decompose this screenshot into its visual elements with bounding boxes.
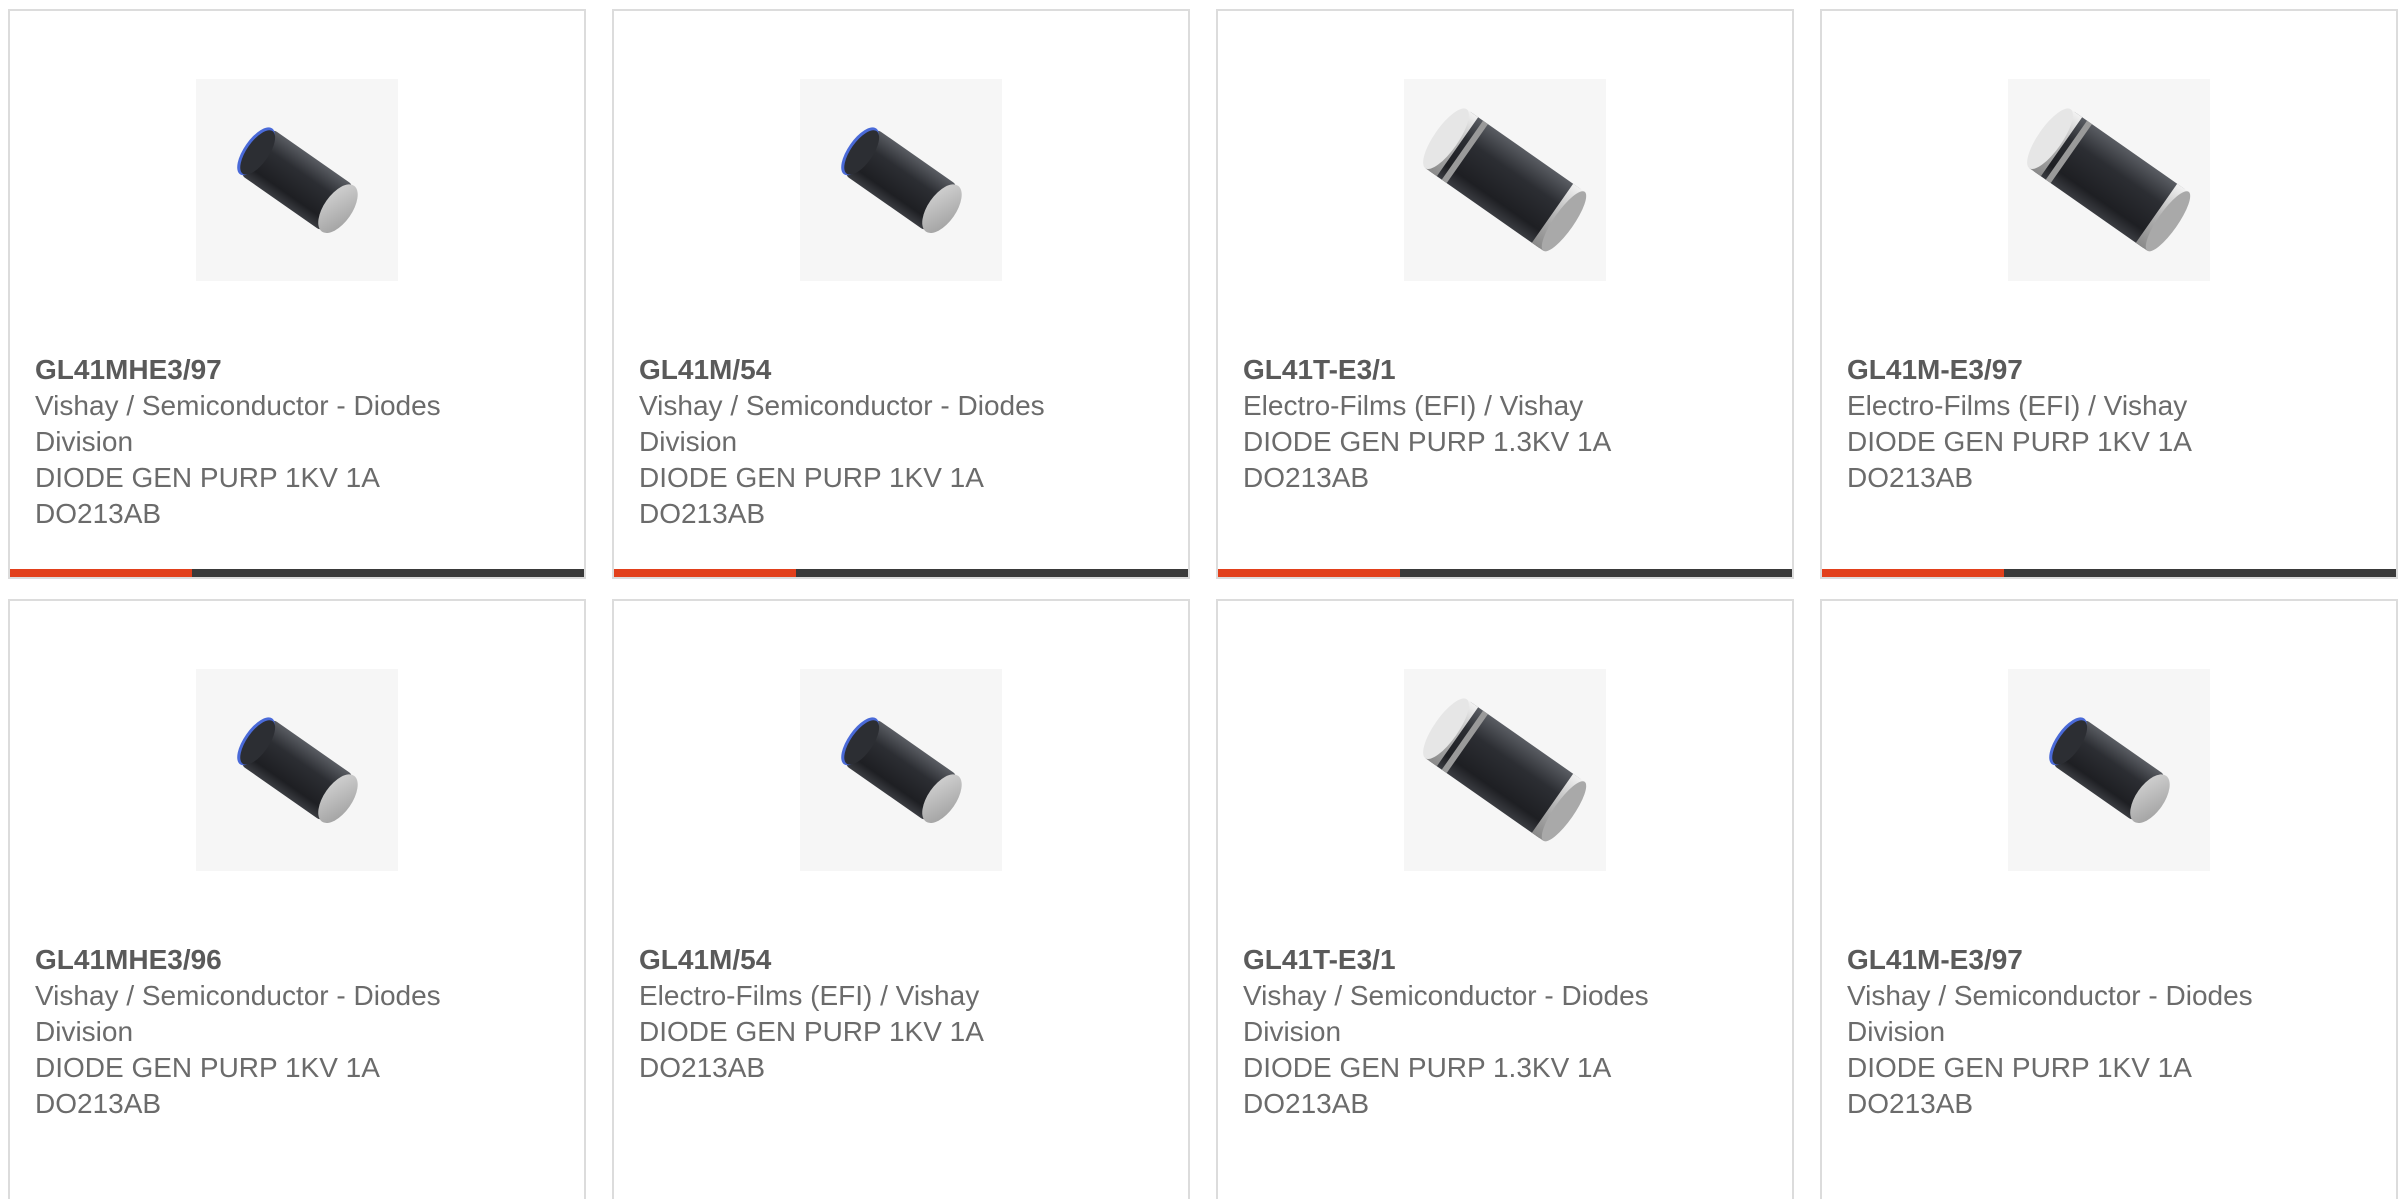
part-number[interactable]: GL41T-E3/1 [1243, 352, 1772, 388]
melf-diode-large-icon [2027, 108, 2191, 252]
melf-diode-small-icon [237, 717, 358, 823]
product-card[interactable]: GL41MHE3/96 Vishay / Semiconductor - Dio… [8, 599, 586, 1199]
description: DIODE GEN PURP 1.3KV 1A DO213AB [1243, 426, 1610, 493]
product-card[interactable]: GL41T-E3/1 Vishay / Semiconductor - Diod… [1216, 599, 1794, 1199]
part-number[interactable]: GL41M/54 [639, 352, 1168, 388]
product-info: GL41T-E3/1 Vishay / Semiconductor - Diod… [1243, 942, 1772, 1122]
product-image[interactable] [800, 79, 1002, 281]
manufacturer: Vishay / Semiconductor - Diodes Division [35, 980, 441, 1047]
card-footer-bar [1822, 569, 2396, 577]
product-card[interactable]: GL41M-E3/97 Vishay / Semiconductor - Dio… [1820, 599, 2398, 1199]
melf-diode-small-icon [841, 127, 962, 233]
product-info: GL41MHE3/96 Vishay / Semiconductor - Dio… [35, 942, 564, 1122]
product-info: GL41M-E3/97 Vishay / Semiconductor - Dio… [1847, 942, 2376, 1122]
manufacturer: Electro-Films (EFI) / Vishay [1243, 390, 1584, 421]
part-number[interactable]: GL41MHE3/96 [35, 942, 564, 978]
melf-diode-small-icon [237, 127, 358, 233]
part-number[interactable]: GL41MHE3/97 [35, 352, 564, 388]
product-image[interactable] [1404, 669, 1606, 871]
manufacturer: Electro-Films (EFI) / Vishay [1847, 390, 2188, 421]
accent-bar [1218, 569, 1400, 577]
product-card[interactable]: GL41M-E3/97 Electro-Films (EFI) / Vishay… [1820, 9, 2398, 579]
card-footer-bar [614, 569, 1188, 577]
description: DIODE GEN PURP 1KV 1A DO213AB [639, 462, 983, 529]
description: DIODE GEN PURP 1.3KV 1A DO213AB [1243, 1052, 1610, 1119]
description: DIODE GEN PURP 1KV 1A DO213AB [35, 462, 379, 529]
product-card[interactable]: GL41M/54 Electro-Films (EFI) / Vishay DI… [612, 599, 1190, 1199]
product-image[interactable] [196, 79, 398, 281]
melf-diode-large-icon [1423, 108, 1587, 252]
product-card[interactable]: GL41T-E3/1 Electro-Films (EFI) / Vishay … [1216, 9, 1794, 579]
description: DIODE GEN PURP 1KV 1A DO213AB [1847, 426, 2191, 493]
product-info: GL41MHE3/97 Vishay / Semiconductor - Dio… [35, 352, 564, 532]
accent-bar [614, 569, 796, 577]
part-number[interactable]: GL41T-E3/1 [1243, 942, 1772, 978]
part-number[interactable]: GL41M-E3/97 [1847, 942, 2376, 978]
manufacturer: Vishay / Semiconductor - Diodes Division [1243, 980, 1649, 1047]
product-image[interactable] [2008, 669, 2210, 871]
accent-bar [1822, 569, 2004, 577]
manufacturer: Vishay / Semiconductor - Diodes Division [35, 390, 441, 457]
melf-diode-large-icon [1423, 698, 1587, 842]
description: DIODE GEN PURP 1KV 1A DO213AB [1847, 1052, 2191, 1119]
product-info: GL41M/54 Electro-Films (EFI) / Vishay DI… [639, 942, 1168, 1086]
description: DIODE GEN PURP 1KV 1A DO213AB [35, 1052, 379, 1119]
product-image[interactable] [1404, 79, 1606, 281]
melf-diode-small-icon [841, 717, 962, 823]
card-footer-bar [1218, 569, 1792, 577]
manufacturer: Electro-Films (EFI) / Vishay [639, 980, 980, 1011]
description: DIODE GEN PURP 1KV 1A DO213AB [639, 1016, 983, 1083]
product-card[interactable]: GL41MHE3/97 Vishay / Semiconductor - Dio… [8, 9, 586, 579]
product-card[interactable]: GL41M/54 Vishay / Semiconductor - Diodes… [612, 9, 1190, 579]
part-number[interactable]: GL41M/54 [639, 942, 1168, 978]
card-footer-bar [10, 569, 584, 577]
product-info: GL41T-E3/1 Electro-Films (EFI) / Vishay … [1243, 352, 1772, 496]
manufacturer: Vishay / Semiconductor - Diodes Division [1847, 980, 2253, 1047]
product-info: GL41M/54 Vishay / Semiconductor - Diodes… [639, 352, 1168, 532]
product-image[interactable] [2008, 79, 2210, 281]
manufacturer: Vishay / Semiconductor - Diodes Division [639, 390, 1045, 457]
part-number[interactable]: GL41M-E3/97 [1847, 352, 2376, 388]
product-info: GL41M-E3/97 Electro-Films (EFI) / Vishay… [1847, 352, 2376, 496]
accent-bar [10, 569, 192, 577]
product-image[interactable] [800, 669, 1002, 871]
melf-diode-small-icon [2049, 717, 2170, 823]
product-grid: GL41MHE3/97 Vishay / Semiconductor - Dio… [8, 9, 2400, 1199]
product-image[interactable] [196, 669, 398, 871]
